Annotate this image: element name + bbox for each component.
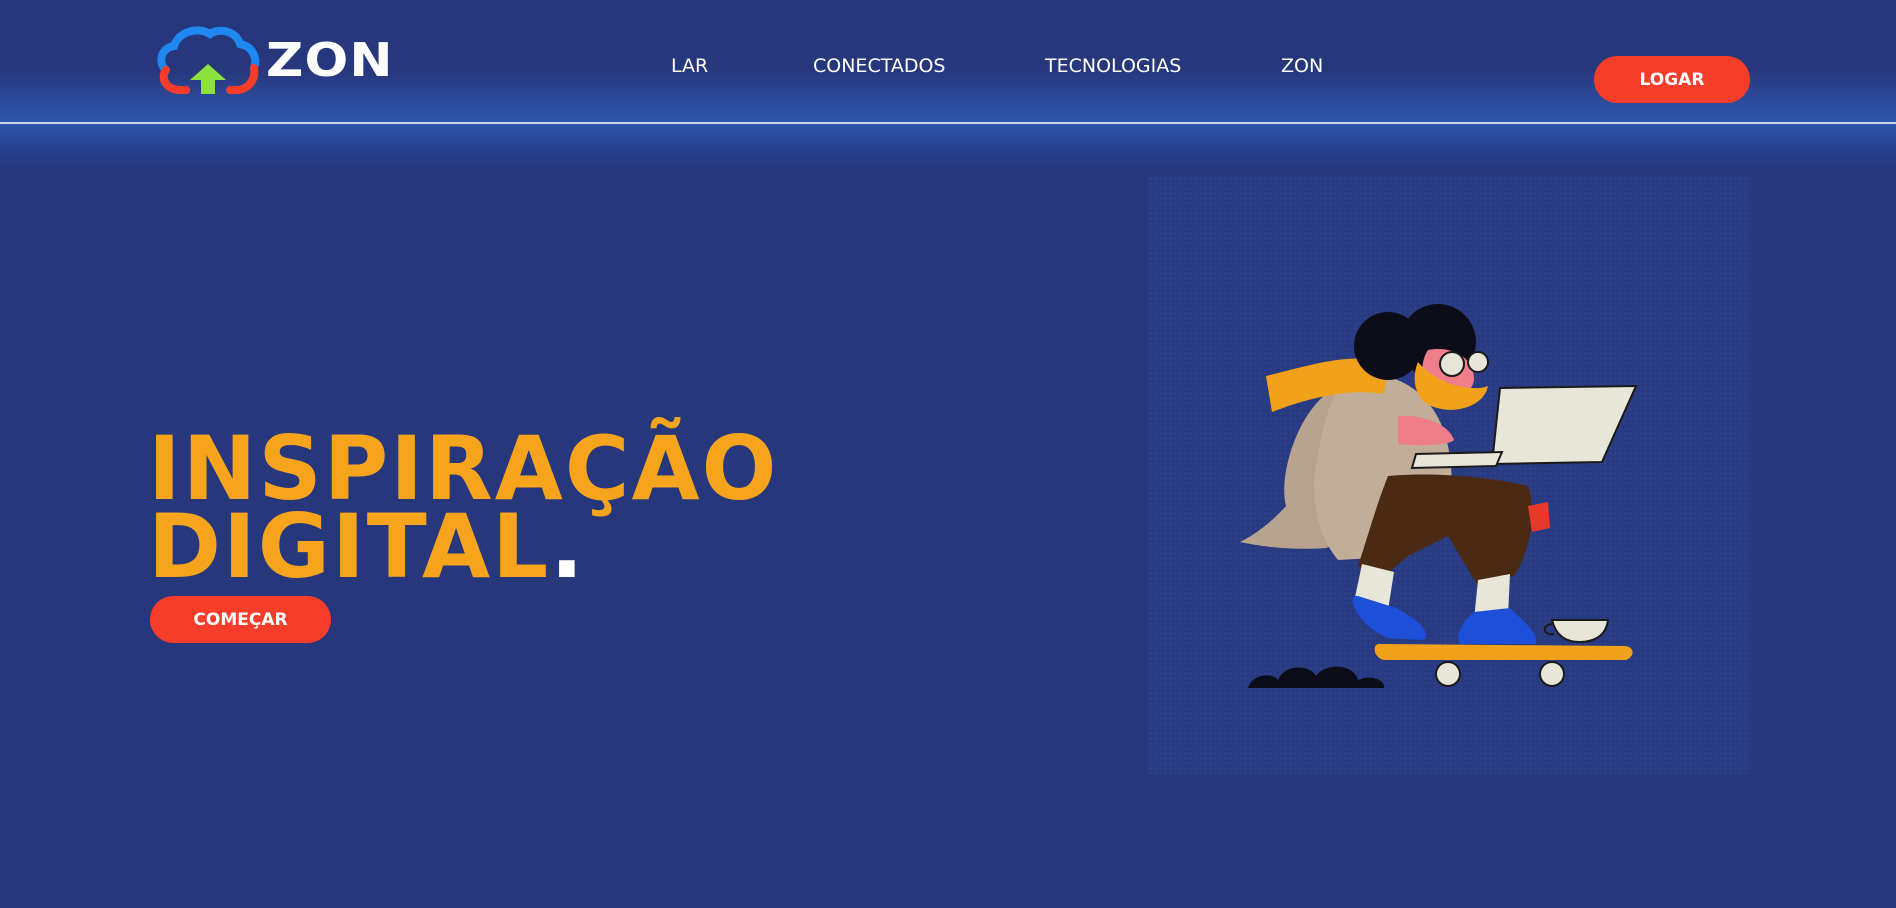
nav-item-lar[interactable]: LAR [671, 55, 708, 77]
skateboarder-laptop-illustration [1240, 304, 1638, 688]
login-button[interactable]: LOGAR [1594, 56, 1750, 103]
hero-title-line2-text: DIGITAL [148, 495, 551, 598]
nav-item-conectados[interactable]: CONECTADOS [813, 55, 945, 77]
nav-item-tecnologias[interactable]: TECNOLOGIAS [1045, 55, 1181, 77]
logo[interactable]: ZON [152, 24, 402, 96]
hero-title-dot: . [550, 495, 586, 598]
brand-name: ZON [266, 33, 394, 87]
cloud-upload-icon [157, 26, 260, 94]
hero-illustration [1148, 176, 1750, 774]
start-button[interactable]: COMEÇAR [150, 596, 331, 643]
hero-title: INSPIRAÇÃO DIGITAL. [148, 425, 778, 591]
header-glow [0, 124, 1896, 170]
nav-item-zon[interactable]: ZON [1281, 55, 1323, 77]
